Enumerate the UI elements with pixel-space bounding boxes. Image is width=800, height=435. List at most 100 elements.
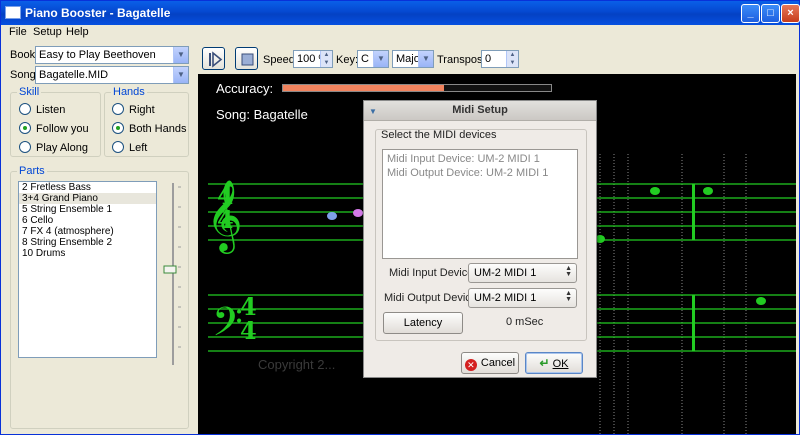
- stop-button[interactable]: [235, 47, 258, 70]
- menubar: File Setup Help: [1, 25, 799, 41]
- cancel-label: Cancel: [480, 357, 516, 369]
- list-item[interactable]: Midi Output Device: UM-2 MIDI 1: [387, 167, 548, 179]
- note-icon: [703, 187, 713, 195]
- barline-bass: [692, 295, 695, 351]
- midi-setup-dialog: ▼ Midi Setup Select the MIDI devices Mid…: [363, 100, 597, 378]
- list-item[interactable]: 10 Drums: [19, 248, 156, 259]
- hands-left-label: Left: [129, 142, 148, 154]
- copyright-text: Copyright 2...: [258, 357, 336, 372]
- skill-along-label: Play Along: [36, 142, 88, 154]
- skill-group-title: Skill: [17, 86, 42, 98]
- midi-device-list[interactable]: Midi Input Device: UM-2 MIDI 1 Midi Outp…: [382, 149, 578, 259]
- midi-output-combo[interactable]: UM-2 MIDI 1 ▲ ▼: [468, 288, 577, 308]
- bass-clef-icon: 𝄢: [212, 299, 243, 355]
- skill-along-radio[interactable]: Play Along: [19, 141, 88, 154]
- midi-input-label: Midi Input Device:: [389, 267, 477, 279]
- hands-both-radio[interactable]: Both Hands: [112, 122, 186, 135]
- dialog-titlebar[interactable]: ▼ Midi Setup: [364, 101, 596, 121]
- chevron-down-icon[interactable]: ▼: [373, 51, 388, 67]
- hands-left-radio[interactable]: Left: [112, 141, 147, 154]
- note-icon: [756, 297, 766, 305]
- midi-input-combo[interactable]: UM-2 MIDI 1 ▲ ▼: [468, 263, 577, 283]
- list-item[interactable]: Midi Input Device: UM-2 MIDI 1: [387, 153, 540, 165]
- transpose-value: 0: [485, 53, 492, 65]
- note-icon: [650, 187, 660, 195]
- parts-list[interactable]: 2 Fretless Bass 3+4 Grand Piano 5 String…: [18, 181, 157, 358]
- ok-label: OK: [552, 358, 569, 370]
- maximize-button[interactable]: □: [761, 4, 780, 23]
- list-item[interactable]: 3+4 Grand Piano: [19, 193, 156, 204]
- radio-icon: [19, 103, 31, 115]
- dialog-title: Midi Setup: [452, 104, 508, 116]
- spin-arrows-icon[interactable]: ▲ ▼: [506, 51, 518, 67]
- menu-file[interactable]: File: [9, 26, 27, 38]
- skill-follow-label: Follow you: [36, 123, 89, 135]
- list-item[interactable]: 6 Cello: [19, 215, 156, 226]
- menu-help[interactable]: Help: [66, 26, 89, 38]
- radio-icon: [19, 141, 31, 153]
- minimize-button[interactable]: _: [741, 4, 760, 23]
- bass-time-bottom: 4: [240, 316, 257, 345]
- midi-output-value: UM-2 MIDI 1: [474, 292, 537, 304]
- book-value: Easy to Play Beethoven: [39, 49, 156, 61]
- stop-icon: [241, 53, 254, 66]
- ok-arrow-icon: ↵: [539, 356, 550, 370]
- book-label: Book:: [10, 49, 39, 61]
- skill-listen-label: Listen: [36, 104, 66, 116]
- list-item[interactable]: 2 Fretless Bass: [19, 182, 156, 193]
- skill-group: Skill Listen Follow you Play Along: [10, 86, 101, 157]
- window-title: Piano Booster - Bagatelle: [25, 6, 171, 20]
- main-window: Piano Booster - Bagatelle _ □ × File Set…: [0, 0, 800, 435]
- midi-output-label: Midi Output Device:: [384, 292, 480, 304]
- chevron-down-icon[interactable]: ▼: [173, 67, 188, 83]
- radio-checked-icon: [112, 122, 124, 134]
- hands-right-radio[interactable]: Right: [112, 103, 155, 116]
- titlebar[interactable]: Piano Booster - Bagatelle _ □ ×: [1, 1, 800, 25]
- cancel-button[interactable]: ✕ Cancel: [461, 352, 519, 374]
- radio-checked-icon: [19, 122, 31, 134]
- spin-arrows-icon[interactable]: ▲ ▼: [320, 51, 332, 67]
- key-combo[interactable]: C ▼: [357, 50, 389, 68]
- radio-icon: [112, 103, 124, 115]
- list-item[interactable]: 5 String Ensemble 1: [19, 204, 156, 215]
- note-icon: [353, 209, 363, 217]
- radio-icon: [112, 141, 124, 153]
- hands-group-title: Hands: [111, 86, 147, 98]
- parts-group-title: Parts: [17, 165, 47, 177]
- play-button[interactable]: [202, 47, 225, 70]
- skill-listen-radio[interactable]: Listen: [19, 103, 65, 116]
- book-combo[interactable]: Easy to Play Beethoven ▼: [35, 46, 189, 64]
- song-combo[interactable]: Bagatelle.MID ▼: [35, 66, 189, 84]
- app-icon: [5, 6, 21, 19]
- slider-handle-icon[interactable]: [163, 265, 177, 274]
- mode-combo[interactable]: Major ▼: [392, 50, 434, 68]
- cancel-icon: ✕: [464, 359, 477, 371]
- menu-setup[interactable]: Setup: [33, 26, 62, 38]
- hands-group: Hands Right Both Hands Left: [104, 86, 189, 157]
- key-label: Key:: [336, 54, 359, 66]
- treble-time-bottom: 4: [217, 205, 234, 234]
- latency-button[interactable]: Latency: [383, 312, 463, 334]
- part-volume-slider[interactable]: [161, 179, 186, 369]
- updown-arrow-icon: ▲ ▼: [565, 290, 572, 303]
- play-icon: [209, 51, 223, 68]
- speed-spinbox[interactable]: 100 % ▲ ▼: [293, 50, 333, 68]
- transpose-spinbox[interactable]: 0 ▲ ▼: [481, 50, 519, 68]
- close-button[interactable]: ×: [781, 4, 800, 23]
- ok-button[interactable]: ↵ OK: [525, 352, 583, 374]
- hands-both-label: Both Hands: [129, 123, 187, 135]
- key-value: C: [361, 53, 369, 65]
- updown-arrow-icon: ▲ ▼: [565, 265, 572, 278]
- list-item[interactable]: 8 String Ensemble 2: [19, 237, 156, 248]
- dialog-menu-icon[interactable]: ▼: [369, 102, 377, 121]
- latency-value: 0 mSec: [506, 316, 544, 328]
- hands-right-label: Right: [129, 104, 155, 116]
- song-value: Bagatelle.MID: [39, 69, 109, 81]
- barline-treble: [692, 184, 695, 240]
- midi-devices-group-title: Select the MIDI devices: [381, 129, 497, 141]
- note-icon: [327, 212, 337, 220]
- skill-follow-radio[interactable]: Follow you: [19, 122, 89, 135]
- chevron-down-icon[interactable]: ▼: [173, 47, 188, 63]
- list-item[interactable]: 7 FX 4 (atmosphere): [19, 226, 156, 237]
- chevron-down-icon[interactable]: ▼: [418, 51, 433, 67]
